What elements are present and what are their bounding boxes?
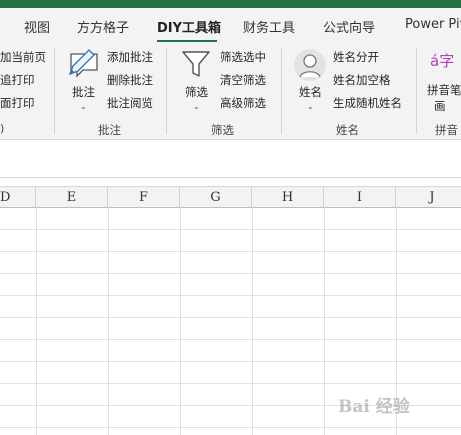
column-header-j[interactable]: J — [396, 187, 461, 208]
clear-filter-button[interactable]: 清空筛选 — [220, 72, 266, 88]
annotation-button-label: 批注 — [72, 85, 95, 99]
column-header-h[interactable]: H — [252, 187, 324, 208]
column-header-row: D E F G H I J — [0, 186, 461, 208]
title-bar-strip — [0, 0, 461, 8]
group-label-name: 姓名 — [336, 123, 359, 137]
group-label-print-partial: ) — [0, 122, 5, 135]
print-button-2[interactable]: 追打印 — [0, 72, 35, 88]
chevron-down-icon: ⌄ — [307, 102, 314, 111]
comment-pencil-icon — [67, 48, 101, 78]
pinyin-button-label-line1: 拼音笔 — [427, 83, 461, 97]
print-current-page-button[interactable]: 加当前页 — [0, 49, 46, 65]
person-avatar-icon — [293, 48, 327, 82]
name-button-label: 姓名 — [299, 85, 322, 99]
tab-diy-toolbox[interactable]: DIY工具箱 — [157, 17, 221, 36]
ribbon-separator — [416, 48, 417, 134]
delete-comment-button[interactable]: 删除批注 — [107, 72, 153, 88]
group-label-filter: 筛选 — [211, 123, 234, 137]
column-header-d[interactable]: D — [0, 187, 36, 208]
funnel-icon — [180, 48, 212, 80]
tab-view[interactable]: 视图 — [24, 17, 50, 36]
annotation-big-button[interactable]: 批注 ⌄ — [64, 46, 104, 122]
column-header-e[interactable]: E — [36, 187, 108, 208]
ribbon-panel: 加当前页 追打印 面打印 ) 批注 ⌄ 添加批注 删除批注 批注阅览 批注 筛选… — [0, 42, 461, 140]
tab-formula-wizard[interactable]: 公式向导 — [323, 17, 375, 36]
split-name-button[interactable]: 姓名分开 — [333, 49, 379, 65]
chevron-down-icon: ⌄ — [193, 102, 200, 111]
column-header-i[interactable]: I — [324, 187, 396, 208]
pinyin-character-icon: á字 — [430, 52, 455, 70]
pinyin-button-label-line2: 画 — [434, 99, 446, 113]
baidu-watermark: Bai 经验 — [338, 397, 410, 417]
chevron-down-icon: ⌄ — [80, 102, 87, 111]
ribbon-separator — [166, 48, 167, 134]
pinyin-stroke-button[interactable]: á字 拼音笔 画 — [424, 46, 461, 122]
print-button-3[interactable]: 面打印 — [0, 95, 35, 111]
filter-selected-button[interactable]: 筛选选中 — [220, 49, 266, 65]
column-header-f[interactable]: F — [108, 187, 180, 208]
tab-fangfang-gezi[interactable]: 方方格子 — [77, 17, 129, 36]
filter-big-button[interactable]: 筛选 ⌄ — [176, 46, 216, 122]
ribbon-separator — [54, 48, 55, 134]
add-comment-button[interactable]: 添加批注 — [107, 49, 153, 65]
filter-button-label: 筛选 — [185, 85, 208, 99]
ribbon-separator — [281, 48, 282, 134]
formula-bar[interactable] — [0, 140, 461, 178]
generate-random-name-button[interactable]: 生成随机姓名 — [333, 95, 402, 111]
group-label-annotation: 批注 — [98, 123, 121, 137]
tab-power-pivot[interactable]: Power Piv — [405, 17, 461, 32]
group-label-pinyin: 拼音 — [435, 123, 458, 137]
view-comments-button[interactable]: 批注阅览 — [107, 95, 153, 111]
name-big-button[interactable]: 姓名 ⌄ — [291, 46, 329, 122]
add-space-to-name-button[interactable]: 姓名加空格 — [333, 72, 391, 88]
column-header-g[interactable]: G — [180, 187, 252, 208]
tab-finance-tools[interactable]: 财务工具 — [243, 17, 295, 36]
ribbon-tab-bar: 视图 方方格子 DIY工具箱 财务工具 公式向导 Power Piv — [0, 8, 461, 43]
advanced-filter-button[interactable]: 高级筛选 — [220, 95, 266, 111]
